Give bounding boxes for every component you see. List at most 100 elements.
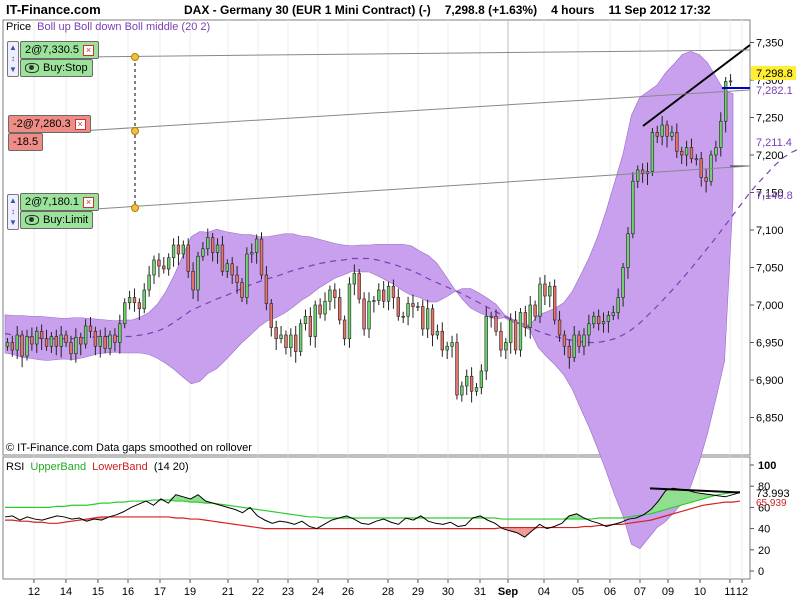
order-sell-label[interactable]: -2@7,280.3 ×	[8, 115, 91, 133]
candle-body	[391, 285, 396, 298]
order-handle-3[interactable]	[131, 204, 139, 212]
candle-body	[660, 124, 664, 137]
candle-body	[162, 265, 166, 270]
order-buy-stop-label[interactable]: 2@7,330.5 ×	[20, 41, 99, 59]
candle-body	[396, 297, 400, 317]
candle-body	[308, 315, 313, 337]
date-tick-label: 26	[342, 586, 354, 598]
candle-body	[142, 289, 146, 310]
order-buy-limit-button[interactable]: Buy:Limit	[20, 211, 94, 229]
date-axis: 12 14 15 16 17 19 21 22 23 24 26 28 29 30 31 Sep 04 05 06 0…	[28, 579, 748, 598]
candle-body	[484, 315, 488, 372]
rsi-tick-label: 20	[758, 545, 770, 557]
candle-body	[318, 304, 322, 315]
candle-body	[596, 315, 601, 325]
order-handle-2[interactable]	[131, 127, 139, 135]
candle-body	[377, 289, 381, 301]
upperband-legend: UpperBand	[30, 461, 86, 473]
close-icon[interactable]: ×	[83, 196, 94, 208]
candle-body	[79, 336, 83, 345]
candle-body	[509, 319, 513, 343]
candle-body	[465, 375, 469, 387]
date-tick-label: 31	[474, 586, 486, 598]
candle-body	[59, 334, 63, 347]
price-legend: Price Boll up Boll down Boll middle (20 …	[6, 21, 210, 33]
candle-body	[582, 334, 586, 347]
price-tick-label: 6,850	[756, 413, 784, 425]
date-tick-label: 06	[604, 586, 616, 598]
boll-down-badge: 7,140.8	[756, 190, 793, 202]
candle-body	[83, 325, 88, 345]
chart-canvas[interactable]: 7,3507,3007,2507,2007,1507,1007,0507,000…	[0, 0, 800, 600]
candle-body	[240, 282, 244, 298]
date-tick-label: 12	[28, 586, 40, 598]
candle-body	[342, 319, 347, 340]
candle-body	[152, 259, 156, 276]
candle-body	[504, 342, 508, 351]
candle-body	[294, 334, 298, 352]
eye-icon	[25, 215, 39, 226]
candle-body	[230, 263, 234, 276]
candle-body	[49, 336, 54, 347]
date-tick-label: 22	[252, 586, 264, 598]
candle-body	[313, 304, 317, 337]
price-tick-label: 6,900	[756, 375, 784, 387]
price-tick-label: 7,050	[756, 263, 784, 275]
candle-body	[670, 132, 674, 137]
candle-body	[538, 283, 542, 317]
candle-body	[372, 300, 376, 302]
candle-body	[93, 330, 98, 347]
candle-body	[132, 297, 137, 304]
candle-body	[176, 244, 181, 255]
order-handle-1[interactable]	[131, 53, 139, 61]
rsi-overbought-fill	[673, 488, 681, 508]
date-tick-label: 04	[538, 586, 550, 598]
candle-body	[650, 132, 655, 172]
last-price-badge: 7,298.8	[756, 68, 793, 80]
lowerband-legend: LowerBand	[92, 461, 148, 473]
candle-body	[69, 342, 73, 355]
close-icon[interactable]: ×	[74, 118, 86, 130]
boll-up-badge: 7,282.1	[756, 85, 793, 97]
candle-body	[269, 303, 273, 328]
candle-body	[88, 325, 93, 332]
candle-body	[406, 303, 410, 317]
candle-body	[289, 334, 293, 349]
candle-body	[44, 338, 49, 347]
candle-body	[103, 336, 107, 349]
date-tick-label: 21	[222, 586, 234, 598]
candle-body	[611, 312, 615, 316]
order-drag-arrows-1[interactable]: ▲ ↕ ▼	[7, 41, 19, 77]
candle-body	[704, 177, 708, 182]
candle-body	[347, 283, 352, 340]
candle-body	[450, 342, 454, 347]
date-tick-label: 15	[92, 586, 104, 598]
candle-body	[245, 253, 249, 298]
candle-body	[201, 248, 205, 257]
candle-body	[543, 283, 547, 297]
candle-body	[572, 334, 576, 358]
candle-body	[518, 312, 523, 351]
candle-body	[235, 274, 239, 283]
candle-body	[357, 273, 361, 300]
order-buy-limit-label[interactable]: 2@7,180.1 ×	[20, 193, 99, 211]
candle-body	[567, 345, 571, 358]
candle-body	[298, 323, 303, 352]
rsi-tick-label: 100	[758, 460, 776, 472]
close-icon[interactable]: ×	[83, 44, 94, 56]
candle-body	[416, 306, 420, 308]
candle-body	[469, 375, 474, 392]
candle-body	[533, 304, 537, 317]
candle-body	[191, 270, 195, 291]
candle-body	[631, 180, 635, 235]
candle-body	[64, 334, 68, 343]
candle-body	[548, 285, 552, 297]
candle-body	[601, 321, 606, 325]
candle-body	[323, 300, 327, 315]
candle-body	[123, 302, 127, 325]
order-buy-stop-button[interactable]: Buy:Stop	[20, 59, 93, 77]
candle-body	[592, 315, 596, 325]
candle-body	[25, 336, 29, 357]
order-drag-arrows-3[interactable]: ▲ ↕ ▼	[7, 194, 19, 230]
candle-body	[206, 237, 210, 250]
